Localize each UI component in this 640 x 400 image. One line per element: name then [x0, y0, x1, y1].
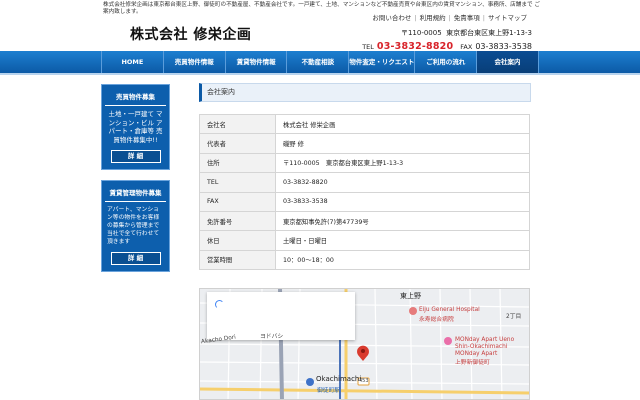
rental-recruit-card: 賃貸管理物件募集 アパート、マンション等の物件をお客様の募集から管理まで当社で全… — [101, 180, 170, 272]
tel-label: TEL — [362, 43, 374, 51]
company-info-table: 会社名 株式会社 修栄企画 代表者 磯野 修 住所 〒110-0005 東京都台東区東… — [199, 113, 530, 271]
row-value: 〒110-0005 東京都台東区東上野1-13-3 — [275, 152, 530, 174]
header-postal: 〒110-0005 — [400, 29, 442, 37]
row-label: 免許番号 — [199, 210, 276, 232]
hotel-icon — [444, 337, 452, 345]
nav-sale-properties[interactable]: 売買物件情報 — [164, 51, 226, 73]
fax-number: 03-3833-3538 — [475, 42, 532, 51]
nav-company-info[interactable]: 会社案内 — [477, 51, 539, 73]
row-label: 住所 — [199, 152, 276, 174]
map-route-number: 453 — [359, 378, 369, 384]
table-row: FAX 03-3833-3538 — [199, 191, 530, 212]
row-value: 10：00～18：00 — [275, 249, 530, 271]
row-label: 営業時間 — [199, 249, 276, 271]
map-pin-dot-icon — [361, 349, 365, 353]
row-label: TEL — [199, 172, 276, 193]
nav-home[interactable]: HOME — [101, 51, 164, 73]
table-row: 住所 〒110-0005 東京都台東区東上野1-13-3 — [199, 152, 530, 174]
row-value: 東京都知事免許(7)第47739号 — [275, 210, 530, 232]
top-bar: 株式会社修栄企画は東京都台東区上野、御徒町の不動産屋、不動産会社です。一戸建て、… — [0, 0, 640, 22]
table-row: 代表者 磯野 修 — [199, 133, 530, 154]
rental-recruit-text: アパート、マンション等の物件をお客様の募集から管理まで当社で全て行わせて頂きます — [107, 207, 160, 245]
terms-link[interactable]: 利用規約 — [417, 14, 449, 22]
map-label-chome: 2丁目 — [506, 314, 522, 320]
global-nav-items: HOME 売買物件情報 賃貸物件情報 不動産相談 物件査定・リクエスト ご利用の… — [101, 51, 539, 73]
page-title: 会社案内 — [199, 83, 531, 102]
nav-rental-properties[interactable]: 賃貸物件情報 — [226, 51, 288, 73]
table-row: 休日 土曜日・日曜日 — [199, 230, 530, 251]
utility-links: お問い合わせ | 利用規約 | 免責事項 | サイトマップ — [369, 12, 530, 22]
sale-recruit-card: 売買物件募集 土地・一戸建て マンション・ビル アパート・倉庫等 売買物件募集中… — [101, 84, 170, 170]
row-value: 磯野 修 — [275, 133, 530, 154]
table-row: 会社名 株式会社 修栄企画 — [199, 113, 530, 135]
header-contact: 〒110-0005 東京都台東区東上野1-13-3 TEL 03-3832-88… — [362, 28, 532, 52]
rental-recruit-title: 賃貸管理物件募集 — [105, 184, 166, 202]
map-label-hospital-jp: 永寿総合病院 — [419, 317, 454, 323]
disclaimer-link[interactable]: 免責事項 — [451, 14, 483, 22]
table-row: 免許番号 東京都知事免許(7)第47739号 — [199, 210, 530, 232]
map-label-monday1: MONday Apart Ueno — [455, 337, 515, 343]
table-row: 営業時間 10：00～18：00 — [199, 249, 530, 271]
row-label: FAX — [199, 191, 276, 212]
header-address: 〒110-0005 東京都台東区東上野1-13-3 — [372, 28, 532, 38]
row-value: 03-3832-8820 — [275, 172, 530, 193]
global-nav: HOME 売買物件情報 賃貸物件情報 不動産相談 物件査定・リクエスト ご利用の… — [0, 51, 640, 75]
main-content: 会社案内 会社名 株式会社 修栄企画 代表者 磯野 修 住所 〒110-0005 東京… — [199, 83, 531, 271]
row-value: 03-3833-3538 — [275, 191, 530, 212]
sidebar: 売買物件募集 土地・一戸建て マンション・ビル アパート・倉庫等 売買物件募集中… — [101, 84, 170, 282]
contact-link[interactable]: お問い合わせ — [369, 14, 414, 22]
rental-recruit-details-button[interactable]: 詳 細 — [110, 252, 161, 265]
map-label-okachimachi: Okachimachi — [316, 375, 362, 383]
nav-appraisal-request[interactable]: 物件査定・リクエスト — [349, 51, 416, 73]
table-row: TEL 03-3832-8820 — [199, 172, 530, 193]
map-label-monday2: Shin-Okachimachi — [455, 344, 508, 350]
sale-recruit-details-button[interactable]: 詳 細 — [110, 150, 161, 163]
embedded-map[interactable]: 東上野 Eiju General Hospital 永寿総合病院 MONday … — [199, 288, 530, 400]
sitemap-link[interactable]: サイトマップ — [485, 14, 530, 22]
row-label: 代表者 — [199, 133, 276, 154]
header-street: 東京都台東区東上野1-13-3 — [446, 29, 532, 37]
row-value: 株式会社 修栄企画 — [275, 113, 530, 135]
loading-spinner-icon — [215, 300, 224, 309]
sale-recruit-title: 売買物件募集 — [105, 88, 166, 106]
map-label-higashiueno: 東上野 — [400, 292, 421, 300]
nav-consultation[interactable]: 不動産相談 — [287, 51, 350, 73]
map-label-yodobashi: ヨドバシ — [260, 334, 284, 340]
company-logo[interactable]: 株式会社 修栄企画 — [130, 24, 251, 44]
station-icon — [306, 378, 314, 386]
map-label-monday4: 上野新御徒町 — [455, 360, 490, 366]
map-label-hospital: Eiju General Hospital — [419, 307, 480, 313]
row-value: 土曜日・日曜日 — [275, 230, 530, 251]
nav-usage-flow[interactable]: ご利用の流れ — [415, 51, 478, 73]
fax-label: FAX — [460, 43, 473, 51]
row-label: 休日 — [199, 230, 276, 251]
map-label-okachimachi-jp: 御徒町駅 — [317, 388, 341, 394]
row-label: 会社名 — [199, 113, 276, 135]
hospital-icon — [409, 307, 417, 315]
sale-recruit-text: 土地・一戸建て マンション・ビル アパート・倉庫等 売買物件募集中!! — [108, 110, 163, 144]
